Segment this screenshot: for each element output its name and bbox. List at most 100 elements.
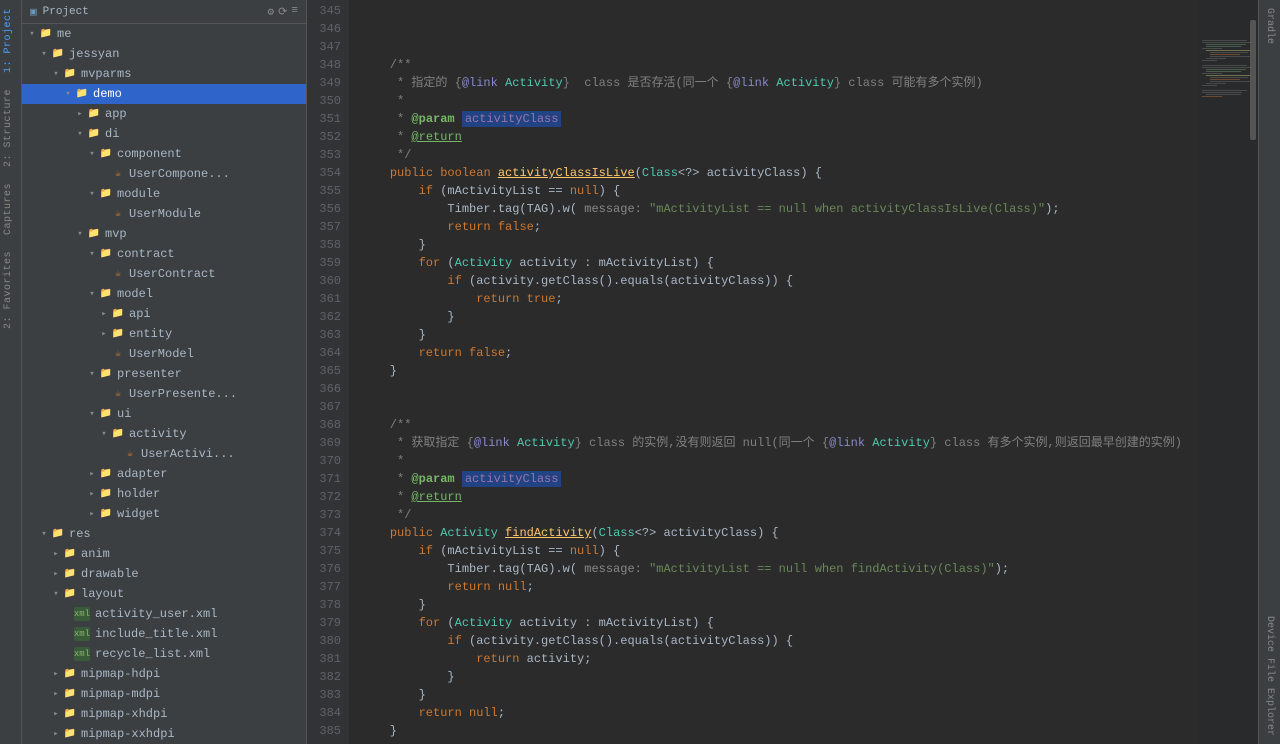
- label-contract: contract: [117, 247, 175, 261]
- tree-item-mipmap-xxhdpi[interactable]: ▸ 📁 mipmap-xxhdpi: [22, 724, 306, 744]
- label-app: app: [105, 107, 127, 121]
- folder-icon-drawable: 📁: [62, 567, 78, 581]
- code-editor[interactable]: /** * 指定的 {@link Activity} class 是否存活(同一…: [349, 0, 1198, 744]
- folder-icon-contract: 📁: [98, 247, 114, 261]
- tree-item-demo[interactable]: ▾ 📁 demo: [22, 84, 306, 104]
- folder-icon-adapter: 📁: [98, 467, 114, 481]
- tree-item-di[interactable]: ▾ 📁 di: [22, 124, 306, 144]
- tree-item-layout[interactable]: ▾ 📁 layout: [22, 584, 306, 604]
- code-line-359: for (Activity activity : mActivityList) …: [361, 254, 1198, 272]
- arrow-module: ▾: [86, 189, 98, 199]
- folder-icon-ui: 📁: [98, 407, 114, 421]
- tree-item-presenter[interactable]: ▾ 📁 presenter: [22, 364, 306, 384]
- code-line-371: * @param activityClass: [361, 470, 1198, 488]
- tree-item-contract[interactable]: ▾ 📁 contract: [22, 244, 306, 264]
- arrow-activity: ▾: [98, 429, 110, 439]
- arrow-anim: ▸: [50, 549, 62, 559]
- code-line-386: [361, 740, 1198, 744]
- tree-item-mipmap-mdpi[interactable]: ▸ 📁 mipmap-mdpi: [22, 684, 306, 704]
- label-usermodule: UserModule: [129, 207, 201, 221]
- label-activity-user-xml: activity_user.xml: [95, 607, 217, 621]
- folder-icon-holder: 📁: [98, 487, 114, 501]
- xml-icon-recycle-list: xml: [74, 647, 90, 661]
- arrow-mipmap-mdpi: ▸: [50, 689, 62, 699]
- editor-area: 345 346 347 348 349 350 351 352 353 354 …: [307, 0, 1258, 744]
- tree-item-recycle-list-xml[interactable]: xml recycle_list.xml: [22, 644, 306, 664]
- tree-item-mvp[interactable]: ▾ 📁 mvp: [22, 224, 306, 244]
- tree-item-usercontract[interactable]: ☕ UserContract: [22, 264, 306, 284]
- arrow-layout: ▾: [50, 589, 62, 599]
- spacer-recycle-list: [62, 649, 74, 659]
- tree-item-mvparms[interactable]: ▾ 📁 mvparms: [22, 64, 306, 84]
- tree-item-module[interactable]: ▾ 📁 module: [22, 184, 306, 204]
- label-userpresenter: UserPresente...: [129, 387, 237, 401]
- code-line-382: }: [361, 668, 1198, 686]
- label-demo: demo: [93, 87, 122, 101]
- tree-item-anim[interactable]: ▸ 📁 anim: [22, 544, 306, 564]
- folder-icon-component: 📁: [98, 147, 114, 161]
- sync-icon[interactable]: ⟳: [278, 5, 287, 19]
- tree-item-res[interactable]: ▾ 📁 res: [22, 524, 306, 544]
- project-tree: ▾ 📁 me ▾ 📁 jessyan ▾ 📁 mvparms ▾ 📁 demo: [22, 24, 306, 744]
- tree-item-mipmap-hdpi[interactable]: ▸ 📁 mipmap-hdpi: [22, 664, 306, 684]
- code-line-372: * @return: [361, 488, 1198, 506]
- label-mvparms: mvparms: [81, 67, 131, 81]
- tab-favorites[interactable]: 2: Favorites: [0, 243, 21, 337]
- label-mipmap-xhdpi: mipmap-xhdpi: [81, 707, 167, 721]
- tree-item-userpresenter[interactable]: ☕ UserPresente...: [22, 384, 306, 404]
- label-usercontract: UserContract: [129, 267, 215, 281]
- tree-item-usercomponent[interactable]: ☕ UserCompone...: [22, 164, 306, 184]
- right-side-tabs: Gradle Device File Explorer: [1258, 0, 1280, 744]
- label-useractivity: UserActivi...: [141, 447, 235, 461]
- tab-project[interactable]: 1: Project: [0, 0, 21, 81]
- folder-icon-mvp: 📁: [86, 227, 102, 241]
- arrow-demo: ▾: [62, 89, 74, 99]
- label-ui: ui: [117, 407, 131, 421]
- tree-item-holder[interactable]: ▸ 📁 holder: [22, 484, 306, 504]
- tree-item-adapter[interactable]: ▸ 📁 adapter: [22, 464, 306, 484]
- tree-item-activity-user-xml[interactable]: xml activity_user.xml: [22, 604, 306, 624]
- code-line-362: }: [361, 308, 1198, 326]
- tab-captures[interactable]: Captures: [0, 175, 21, 243]
- code-line-355: if (mActivityList == null) {: [361, 182, 1198, 200]
- code-line-348: /**: [361, 56, 1198, 74]
- tree-item-useractivity[interactable]: ☕ UserActivi...: [22, 444, 306, 464]
- code-line-380: if (activity.getClass().equals(activityC…: [361, 632, 1198, 650]
- folder-icon-mipmap-mdpi: 📁: [62, 687, 78, 701]
- tree-item-component[interactable]: ▾ 📁 component: [22, 144, 306, 164]
- arrow-drawable: ▸: [50, 569, 62, 579]
- tree-item-usermodel[interactable]: ☕ UserModel: [22, 344, 306, 364]
- tree-item-ui[interactable]: ▾ 📁 ui: [22, 404, 306, 424]
- tree-item-jessyan[interactable]: ▾ 📁 jessyan: [22, 44, 306, 64]
- tree-item-model[interactable]: ▾ 📁 model: [22, 284, 306, 304]
- tree-item-usermodule[interactable]: ☕ UserModule: [22, 204, 306, 224]
- tree-item-drawable[interactable]: ▸ 📁 drawable: [22, 564, 306, 584]
- tree-item-entity[interactable]: ▸ 📁 entity: [22, 324, 306, 344]
- label-include-title-xml: include_title.xml: [95, 627, 217, 641]
- tab-structure[interactable]: 2: Structure: [0, 81, 21, 175]
- java-icon-userpresenter: ☕: [110, 387, 126, 401]
- code-line-385: }: [361, 722, 1198, 740]
- tree-item-api[interactable]: ▸ 📁 api: [22, 304, 306, 324]
- gear-icon[interactable]: ⚙: [268, 5, 275, 19]
- label-adapter: adapter: [117, 467, 167, 481]
- code-line-369: * 获取指定 {@link Activity} class 的实例,没有则返回 …: [361, 434, 1198, 452]
- tree-item-include-title-xml[interactable]: xml include_title.xml: [22, 624, 306, 644]
- folder-icon-mipmap-xxhdpi: 📁: [62, 727, 78, 741]
- arrow-holder: ▸: [86, 489, 98, 499]
- folder-icon-di: 📁: [86, 127, 102, 141]
- tab-device-file-explorer[interactable]: Device File Explorer: [1261, 608, 1278, 744]
- tree-item-app[interactable]: ▸ 📁 app: [22, 104, 306, 124]
- tree-item-activity[interactable]: ▾ 📁 activity: [22, 424, 306, 444]
- tab-gradle[interactable]: Gradle: [1261, 0, 1278, 52]
- folder-icon-mipmap-hdpi: 📁: [62, 667, 78, 681]
- settings-icon[interactable]: ≡: [291, 5, 298, 19]
- tree-item-widget[interactable]: ▸ 📁 widget: [22, 504, 306, 524]
- minimap-svg: [1198, 0, 1258, 744]
- minimap[interactable]: [1198, 0, 1258, 744]
- code-line-347: [361, 38, 1198, 56]
- code-line-349: * 指定的 {@link Activity} class 是否存活(同一个 {@…: [361, 74, 1198, 92]
- tree-item-mipmap-xhdpi[interactable]: ▸ 📁 mipmap-xhdpi: [22, 704, 306, 724]
- code-line-370: *: [361, 452, 1198, 470]
- tree-item-me[interactable]: ▾ 📁 me: [22, 24, 306, 44]
